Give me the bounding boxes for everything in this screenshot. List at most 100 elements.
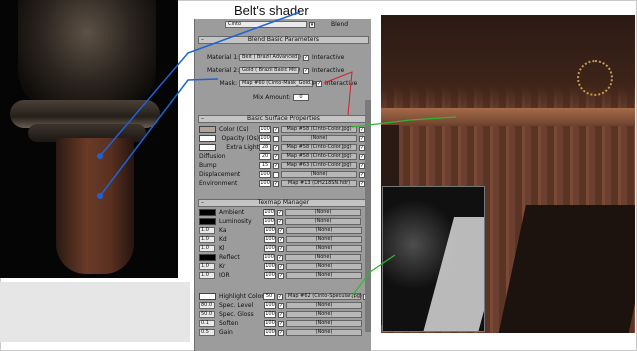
map-button[interactable]: (None): [285, 254, 361, 261]
surface-row: Opacity (Os) 100 (None) ✓: [199, 135, 365, 142]
map-enable-checkbox[interactable]: ✓: [273, 162, 279, 169]
amount-spinner[interactable]: 100: [264, 272, 276, 279]
map-enable-checkbox[interactable]: ✓: [273, 126, 279, 133]
amount-spinner[interactable]: 100: [263, 218, 275, 225]
amount-spinner[interactable]: 100: [264, 311, 276, 318]
value-field[interactable]: 1.0: [199, 236, 215, 243]
map-button[interactable]: (None): [281, 135, 357, 142]
type-button[interactable]: Blend: [331, 21, 348, 28]
rollout-texmap[interactable]: – Texmap Manager: [198, 199, 369, 207]
amount-spinner[interactable]: 100: [264, 245, 276, 252]
mask-map-button[interactable]: Map #60 (Cinto-Mask_Gold.jpg): [239, 80, 321, 87]
amount-spinner[interactable]: 100: [263, 254, 275, 261]
amount-spinner[interactable]: 100: [259, 135, 271, 142]
map-button[interactable]: Map #63 (Cinto-Color.jpg): [281, 162, 357, 169]
map-button[interactable]: (None): [286, 227, 362, 234]
map-button[interactable]: (None): [286, 236, 362, 243]
map-enable-checkbox[interactable]: ✓: [278, 311, 284, 318]
amount-spinner[interactable]: 100: [259, 126, 271, 133]
highlight-swatch[interactable]: [199, 293, 216, 300]
amount-spinner[interactable]: 50: [263, 293, 275, 300]
color-swatch[interactable]: [199, 126, 216, 133]
material1-interactive-radio[interactable]: Interactive: [312, 54, 344, 61]
value-field[interactable]: 0.5: [199, 329, 215, 336]
amount-spinner[interactable]: 100: [264, 320, 276, 327]
reflect-swatch[interactable]: [199, 254, 216, 261]
rollout-surface[interactable]: – Basic Surface Properties: [198, 115, 369, 123]
panel-scrollbar[interactable]: [365, 100, 371, 332]
amount-spinner[interactable]: 100: [264, 329, 276, 336]
map-button[interactable]: (None): [286, 320, 362, 327]
map-enable-checkbox[interactable]: ✓: [278, 272, 284, 279]
value-field[interactable]: 80.0: [199, 302, 215, 309]
opacity-swatch[interactable]: [199, 135, 216, 142]
material2-checkbox[interactable]: ✓: [303, 67, 309, 74]
map-enable-checkbox[interactable]: ✓: [278, 236, 284, 243]
map-enable-checkbox[interactable]: [273, 171, 279, 178]
map-enable-checkbox[interactable]: [273, 135, 279, 142]
map-button[interactable]: Map #58 (Cinto-Color.jpg): [281, 126, 357, 133]
map-enable-checkbox[interactable]: ✓: [278, 320, 284, 327]
map-enable-checkbox[interactable]: ✓: [273, 144, 279, 151]
mask-interactive-radio[interactable]: Interactive: [325, 80, 357, 87]
chevron-down-icon[interactable]: ▾: [309, 21, 315, 28]
amount-spinner[interactable]: 20: [259, 153, 271, 160]
belt-render-left: [0, 0, 178, 278]
amount-spinner[interactable]: 100: [264, 236, 276, 243]
amount-spinner[interactable]: 100: [264, 263, 276, 270]
map-button[interactable]: (None): [286, 329, 362, 336]
map-enable-checkbox[interactable]: ✓: [278, 329, 284, 336]
value-field[interactable]: 1.0: [199, 245, 215, 252]
value-field[interactable]: 1.0: [199, 227, 215, 234]
value-field[interactable]: 1.0: [199, 263, 215, 270]
collapse-icon[interactable]: –: [201, 116, 204, 122]
value-field[interactable]: 1.0: [199, 272, 215, 279]
amount-spinner[interactable]: 100: [259, 171, 271, 178]
value-field[interactable]: 50.0: [199, 311, 215, 318]
material2-button[interactable]: Gold ( Brazil Basic Mtl ): [239, 67, 300, 74]
map-enable-checkbox[interactable]: ✓: [278, 245, 284, 252]
map-button[interactable]: (None): [281, 171, 357, 178]
material2-interactive-radio[interactable]: Interactive: [312, 67, 344, 74]
mask-label: Mask:: [219, 80, 237, 87]
surface-row: Environment 100 ✓ Map #13 (DH218SN.hdr) …: [199, 180, 365, 187]
map-button[interactable]: Map #58 (Cinto-Color.jpg): [281, 144, 357, 151]
map-button[interactable]: (None): [286, 245, 362, 252]
extra-light-swatch[interactable]: [199, 144, 216, 151]
amount-spinner[interactable]: 100: [264, 302, 276, 309]
map-button[interactable]: Map #58 (Cinto-Color.jpg): [281, 153, 357, 160]
map-button[interactable]: (None): [286, 263, 362, 270]
map-enable-checkbox[interactable]: ✓: [273, 153, 279, 160]
map-enable-checkbox[interactable]: ✓: [277, 254, 283, 261]
map-enable-checkbox[interactable]: ✓: [278, 263, 284, 270]
amount-spinner[interactable]: 100: [259, 180, 271, 187]
rollout-blend-params[interactable]: – Blend Basic Parameters: [198, 36, 369, 44]
material-name-field[interactable]: Cinto: [225, 21, 307, 28]
map-button[interactable]: (None): [285, 218, 361, 225]
map-button[interactable]: (None): [286, 302, 362, 309]
material1-button[interactable]: Belt ( Brazil Advanced ): [239, 54, 301, 61]
map-enable-checkbox[interactable]: ✓: [277, 209, 283, 216]
map-enable-checkbox[interactable]: ✓: [273, 180, 279, 187]
map-button[interactable]: (None): [285, 209, 361, 216]
collapse-icon[interactable]: –: [201, 37, 204, 43]
map-button[interactable]: (None): [286, 272, 362, 279]
luminosity-swatch[interactable]: [199, 218, 216, 225]
map-enable-checkbox[interactable]: ✓: [278, 302, 284, 309]
map-button[interactable]: Map #62 (Cinto-Specular.jpg): [285, 293, 362, 300]
ambient-swatch[interactable]: [199, 209, 216, 216]
amount-spinner[interactable]: 28: [259, 144, 271, 151]
amount-spinner[interactable]: 100: [263, 209, 275, 216]
map-enable-checkbox[interactable]: ✓: [278, 227, 284, 234]
material1-checkbox[interactable]: ✓: [303, 54, 309, 61]
collapse-icon[interactable]: –: [201, 200, 204, 206]
amount-spinner[interactable]: 15: [259, 162, 271, 169]
mix-amount-spinner[interactable]: 0: [292, 94, 309, 101]
map-button[interactable]: Map #13 (DH218SN.hdr): [281, 180, 357, 187]
map-button[interactable]: (None): [286, 311, 362, 318]
value-field[interactable]: 0.1: [199, 320, 215, 327]
map-enable-checkbox[interactable]: ✓: [277, 293, 283, 300]
map-enable-checkbox[interactable]: ✓: [277, 218, 283, 225]
mask-checkbox[interactable]: ✓: [316, 80, 322, 87]
amount-spinner[interactable]: 100: [264, 227, 276, 234]
